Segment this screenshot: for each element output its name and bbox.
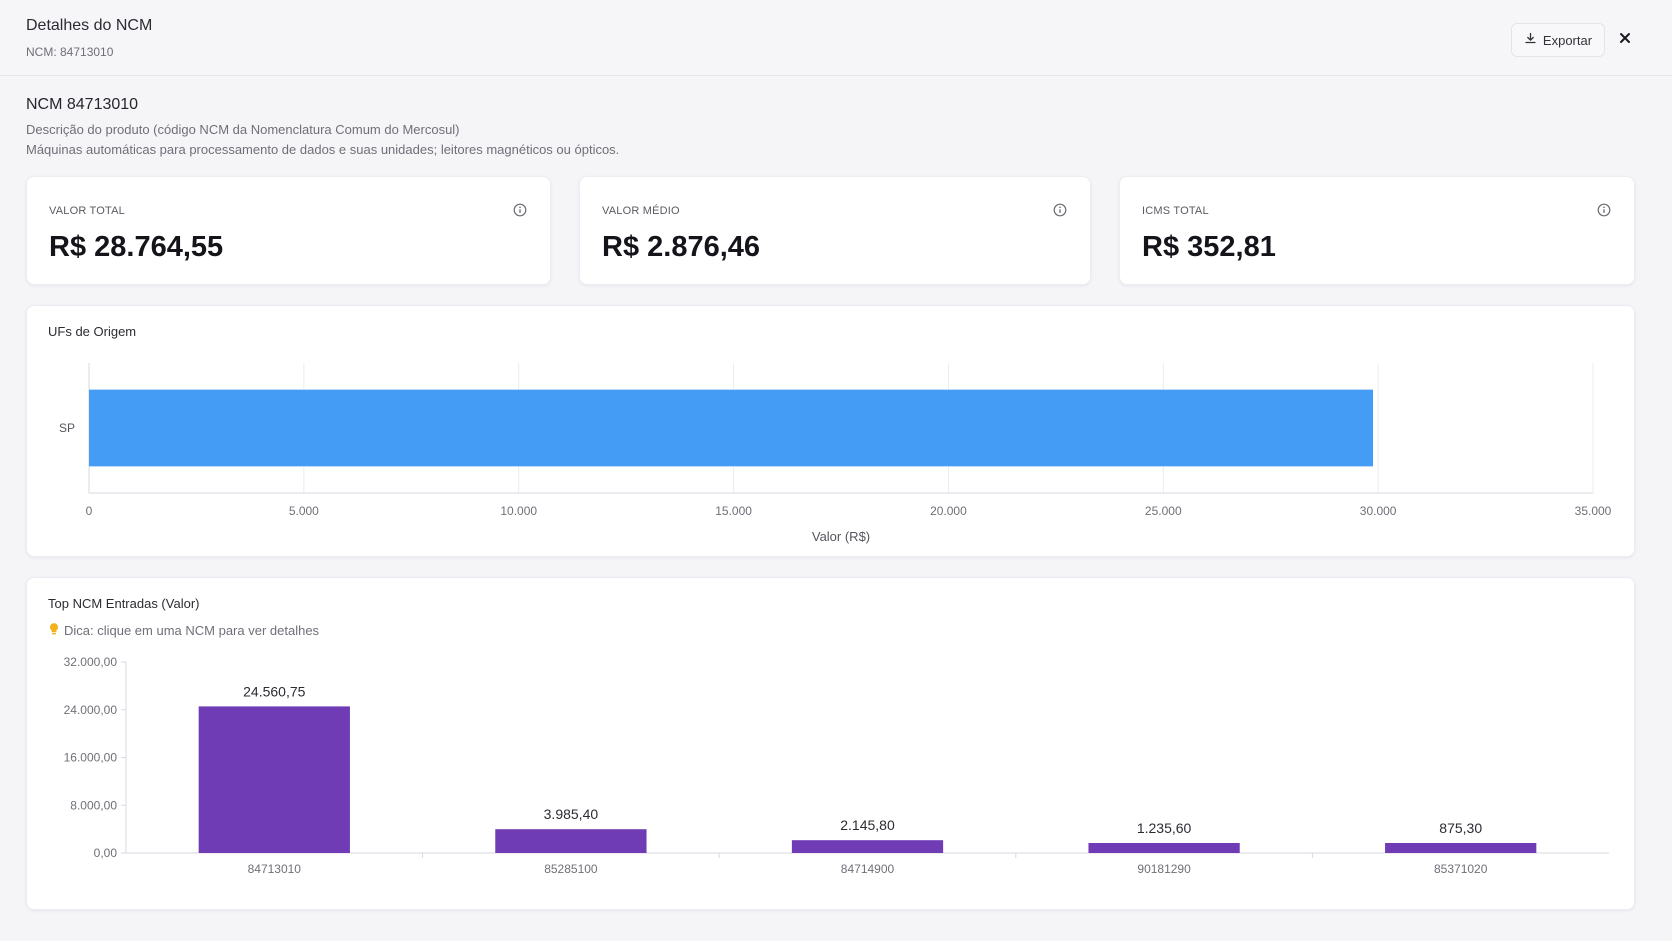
x-tick-label: 84714900 (841, 862, 895, 876)
info-icon[interactable] (1053, 203, 1067, 217)
x-tick-label: 20.000 (930, 504, 967, 518)
x-tick-label: 85285100 (544, 862, 598, 876)
bar[interactable] (198, 706, 350, 853)
stat-label: ICMS TOTAL (1142, 205, 1209, 217)
y-tick-label: 32.000,00 (64, 655, 118, 669)
ncm-bar-chart: 0,00 8.000,00 16.000,00 24.000,00 32.000,00 2… (64, 655, 1609, 876)
modal-subtitle: NCM: 84713010 (26, 45, 114, 59)
x-tick-label: 90181290 (1137, 862, 1191, 876)
bar (89, 389, 1373, 467)
data-label: 2.145,80 (840, 817, 895, 833)
x-tick-label: 30.000 (1360, 504, 1397, 518)
bar[interactable] (1088, 843, 1240, 853)
download-icon (1524, 32, 1537, 48)
stat-card-valor-total: VALOR TOTAL R$ 28.764,55 (26, 176, 551, 285)
ncm-title: NCM 84713010 (26, 96, 139, 113)
y-tick-label: 16.000,00 (64, 751, 118, 765)
y-tick-label: 0,00 (94, 846, 118, 860)
x-tick-label: 10.000 (500, 504, 537, 518)
export-button-label: Exportar (1542, 32, 1593, 48)
close-icon (1619, 31, 1631, 49)
uf-bar-chart: 0 5.000 10.000 15.000 20.000 25.000 30.000 35.0… (59, 363, 1612, 544)
bar[interactable] (495, 829, 647, 853)
stat-label: VALOR TOTAL (49, 205, 125, 217)
x-tick-label: 84713010 (248, 862, 302, 876)
stat-card-valor-medio: VALOR MÉDIO R$ 2.876,46 (579, 176, 1091, 285)
modal-header: Detalhes do NCM NCM: 84713010 Exportar (0, 0, 1672, 76)
y-tick-label: 24.000,00 (64, 703, 118, 717)
x-tick-label: 25.000 (1145, 504, 1182, 518)
ncm-chart-card: Top NCM Entradas (Valor) Dica: clique em… (26, 577, 1635, 910)
x-tick-label: 85371020 (1434, 862, 1488, 876)
stat-value: R$ 352,81 (1142, 231, 1276, 263)
ncm-description: Máquinas automáticas para processamento … (26, 142, 620, 157)
stat-label: VALOR MÉDIO (602, 205, 680, 217)
y-tick-label: SP (59, 421, 75, 435)
data-label: 3.985,40 (544, 806, 599, 822)
stat-value: R$ 28.764,55 (49, 231, 224, 263)
uf-chart-card: UFs de Origem 0 5.000 10.000 15.000 20.000 25… (26, 305, 1635, 557)
export-button[interactable]: Exportar (1511, 23, 1605, 57)
ncm-description-label: Descrição do produto (código NCM da Nome… (26, 122, 460, 137)
modal-title: Detalhes do NCM (26, 17, 153, 34)
bar[interactable] (791, 840, 944, 853)
data-label: 875,30 (1439, 820, 1482, 836)
x-axis-title: Valor (R$) (812, 529, 870, 544)
x-tick-label: 5.000 (289, 504, 319, 518)
stat-card-icms-total: ICMS TOTAL R$ 352,81 (1119, 176, 1635, 285)
bar[interactable] (1385, 843, 1537, 853)
stat-value: R$ 2.876,46 (602, 231, 761, 263)
info-icon[interactable] (513, 203, 527, 217)
info-icon[interactable] (1597, 203, 1611, 217)
data-label: 1.235,60 (1137, 820, 1192, 836)
data-label: 24.560,75 (243, 683, 305, 699)
x-tick-label: 35.000 (1575, 504, 1612, 518)
x-tick-label: 0 (86, 504, 93, 518)
close-button[interactable] (1612, 27, 1638, 53)
ncm-info: NCM 84713010 Descrição do produto (códig… (26, 96, 619, 157)
x-tick-label: 15.000 (715, 504, 752, 518)
y-tick-label: 8.000,00 (70, 798, 117, 812)
